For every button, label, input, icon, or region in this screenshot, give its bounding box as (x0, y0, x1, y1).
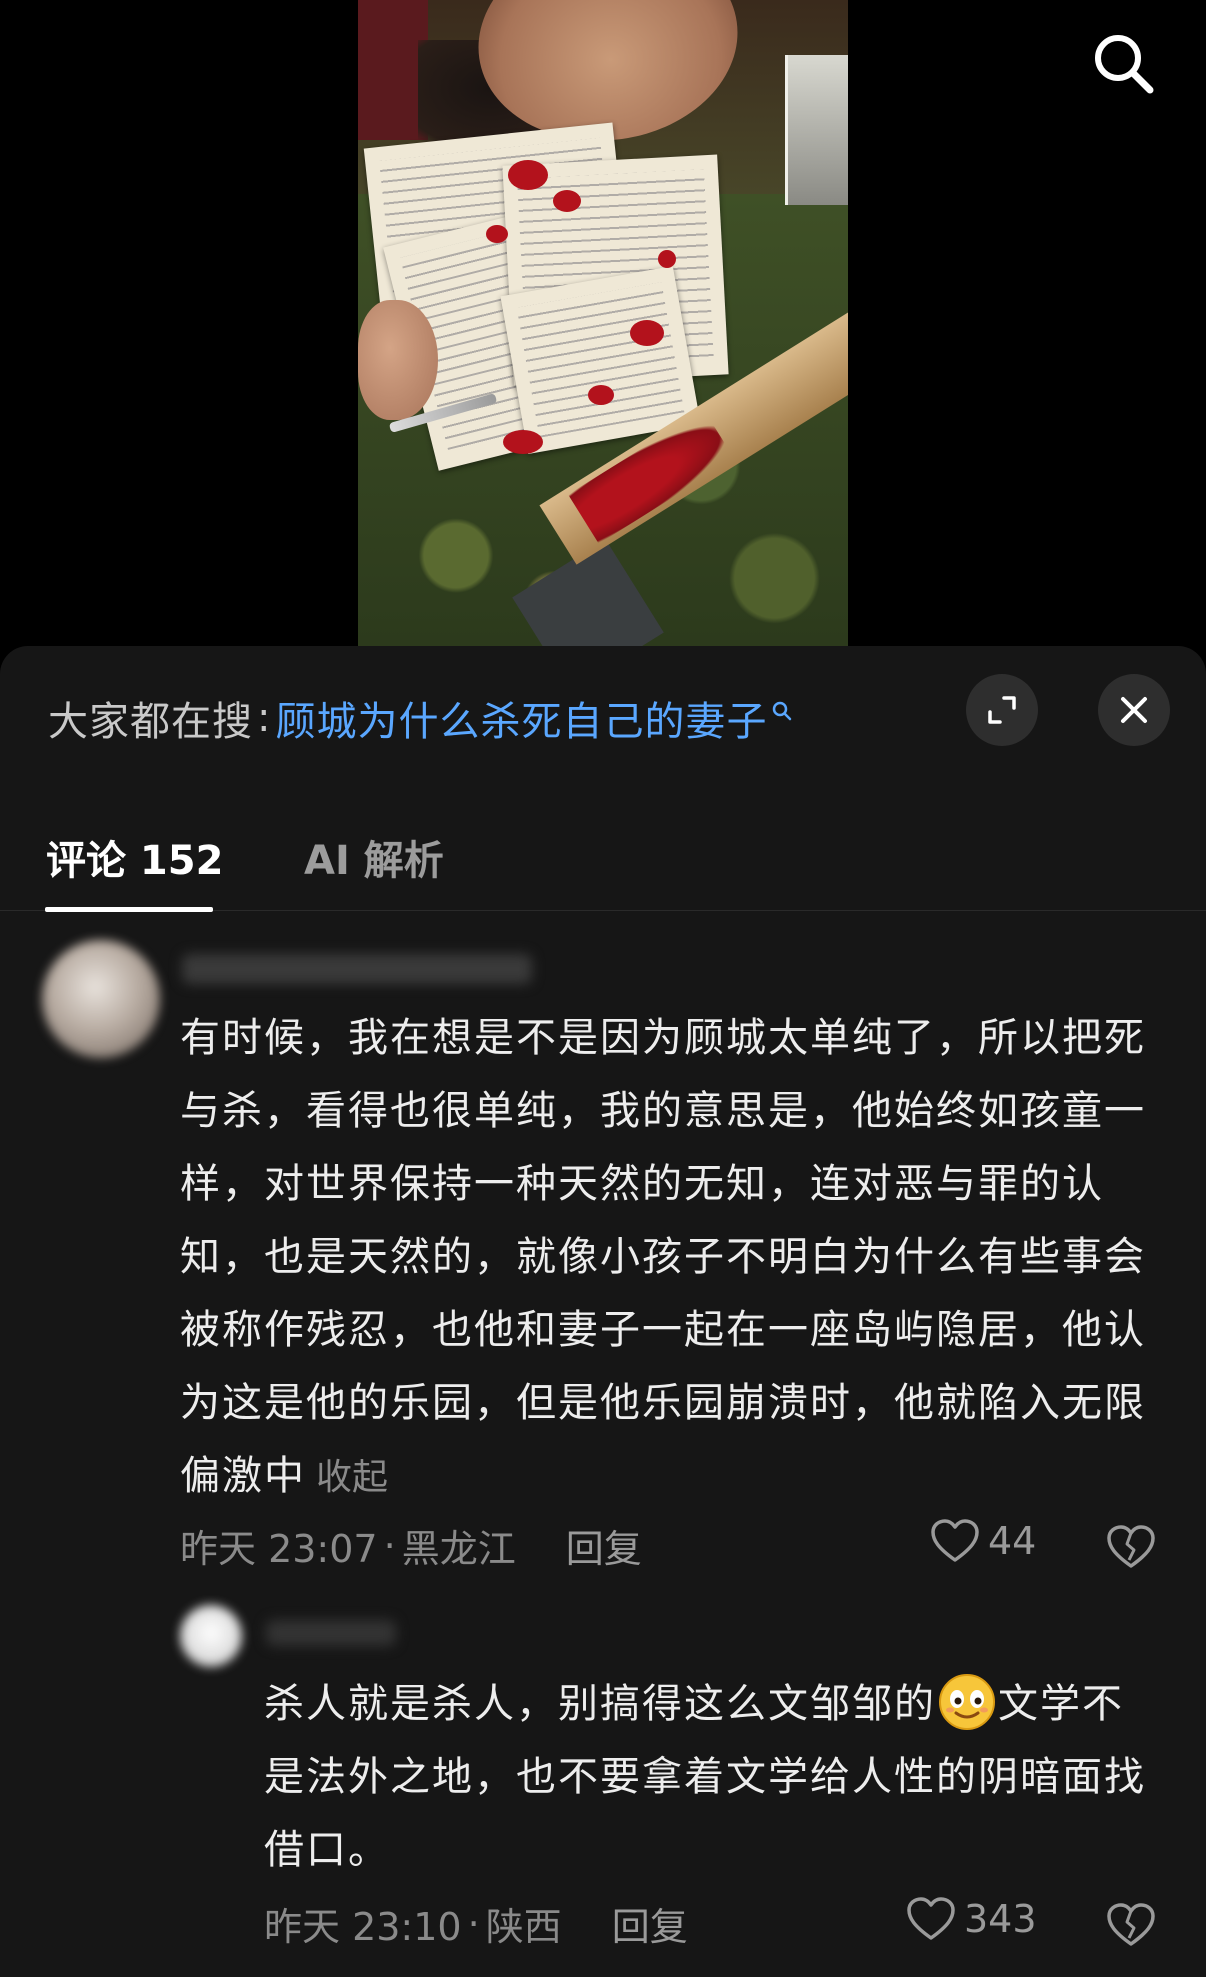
close-icon (1121, 697, 1147, 723)
like-button[interactable]: 343 (906, 1896, 1037, 1942)
video-blood-stain (630, 320, 664, 346)
active-tab-indicator (45, 907, 213, 912)
video-blood-stain (508, 160, 548, 190)
dislike-icon[interactable] (1106, 1902, 1156, 1948)
collapse-link[interactable]: 收起 (316, 1457, 388, 1498)
expand-button[interactable] (966, 674, 1038, 746)
video-blood-stain (588, 385, 614, 405)
video-blood-stain (658, 250, 676, 268)
expand-icon (988, 696, 1016, 724)
close-button[interactable] (1098, 674, 1170, 746)
video-blood-stain (553, 190, 581, 212)
tab-ai-analysis[interactable]: AI 解析 (304, 828, 444, 886)
reply-text: 杀人就是杀人，别搞得这么文邹邹的 文学不是法外之地，也不要拿着文学给人性的阴暗面… (264, 1668, 1164, 1887)
search-icon[interactable] (1088, 28, 1160, 100)
comment-region: 黑龙江 (401, 1527, 516, 1571)
heart-icon (907, 1897, 955, 1940)
hot-search-query[interactable]: 顾城为什么杀死自己的妻子 (275, 689, 767, 747)
like-button[interactable]: 44 (930, 1518, 1036, 1564)
video-blood-stain (503, 430, 543, 454)
video-hand (358, 300, 438, 420)
reply-button[interactable]: 回复 (612, 1896, 688, 1951)
hot-search-bar[interactable]: 大家都在搜 : 顾城为什么杀死自己的妻子 (48, 690, 793, 746)
video-player[interactable] (0, 0, 1206, 660)
video-radio (785, 55, 848, 205)
search-small-icon (773, 701, 792, 721)
avatar[interactable] (180, 1605, 242, 1667)
username-blurred (182, 954, 532, 984)
username-blurred (266, 1620, 396, 1646)
meta-separator: · (383, 1523, 396, 1568)
heart-icon (931, 1519, 979, 1562)
comment-body: 有时候，我在想是不是因为顾城太单纯了，所以把死与杀，看得也很单纯，我的意思是，他… (180, 1015, 1146, 1499)
like-count: 44 (988, 1519, 1037, 1563)
dislike-icon[interactable] (1106, 1524, 1156, 1570)
avatar[interactable] (42, 940, 160, 1058)
hot-search-prefix: 大家都在搜 (48, 699, 253, 745)
meta-separator: · (467, 1901, 480, 1946)
tab-comments[interactable]: 评论 152 (46, 828, 223, 886)
reply-meta: 昨天 23:10 · 陕西 回复 (264, 1896, 688, 1951)
video-frame-image (358, 0, 848, 646)
hot-search-colon: : (257, 695, 272, 741)
like-count: 343 (964, 1897, 1037, 1941)
comment-text: 有时候，我在想是不是因为顾城太单纯了，所以把死与杀，看得也很单纯，我的意思是，他… (180, 1002, 1170, 1514)
comment-meta: 昨天 23:07 · 黑龙江 回复 (180, 1518, 642, 1573)
comment-time: 昨天 23:07 (180, 1527, 378, 1571)
reply-time: 昨天 23:10 (264, 1905, 462, 1949)
grinning-face-emoji (939, 1674, 995, 1730)
tab-bar: 评论 152 AI 解析 (0, 806, 1206, 912)
reply-body-start: 杀人就是杀人，别搞得这么文邹邹的 (264, 1681, 936, 1727)
reply-region: 陕西 (485, 1905, 562, 1949)
reply-button[interactable]: 回复 (566, 1518, 642, 1573)
video-blood-stain (486, 225, 508, 243)
